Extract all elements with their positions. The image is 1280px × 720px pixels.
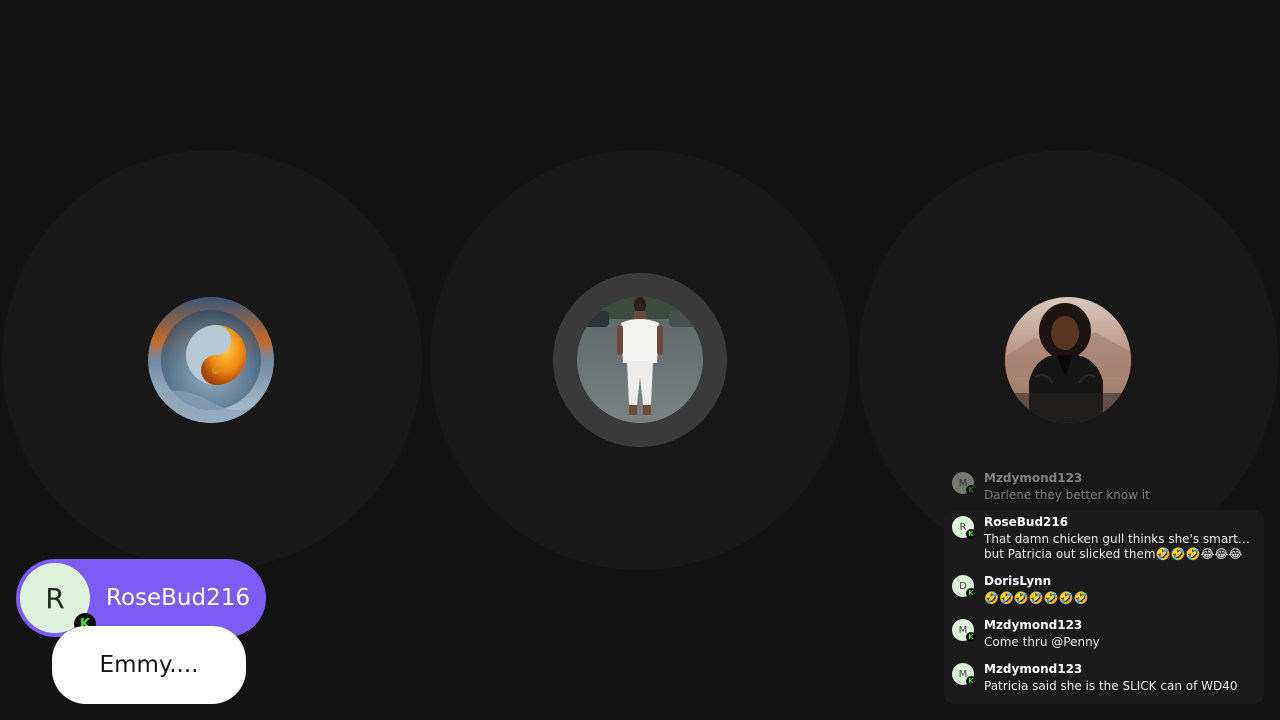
platform-badge-icon: K xyxy=(966,632,976,642)
chat-text: Come thru @Penny xyxy=(984,635,1100,649)
chat-text: Darlene they better know it xyxy=(984,488,1150,502)
platform-badge-icon: K xyxy=(966,529,976,539)
chat-text: That damn chicken gull thinks she's smar… xyxy=(984,532,1250,561)
platform-badge-icon: K xyxy=(966,485,976,495)
chat-avatar: M K xyxy=(952,619,976,642)
chat-avatar: D K xyxy=(952,575,976,598)
audio-room: R K RoseBud216 Emmy.... M K Mzdymond123 … xyxy=(0,0,1280,720)
chat-avatar: M K xyxy=(952,472,976,495)
chat-text: 🤣🤣🤣🤣🤣🤣🤣 xyxy=(984,591,1089,605)
chat-username: Mzdymond123 xyxy=(984,618,1083,632)
chat-username: Mzdymond123 xyxy=(984,471,1083,485)
chat-text: Patricia said she is the SLICK can of WD… xyxy=(984,679,1238,693)
chat-avatar: R K xyxy=(952,516,976,539)
woman-photo-avatar-image xyxy=(1005,297,1131,423)
speaker-avatar: R K xyxy=(20,563,96,635)
platform-badge-icon: K xyxy=(966,676,976,686)
yin-yang-avatar-image xyxy=(148,297,274,423)
platform-badge-icon: K xyxy=(966,588,976,598)
participant-avatar-1[interactable] xyxy=(148,297,274,423)
chat-username: DorisLynn xyxy=(984,574,1052,588)
participant-avatar-3[interactable] xyxy=(1005,297,1131,423)
chat-username: Mzdymond123 xyxy=(984,662,1083,676)
chat-feed[interactable]: M K Mzdymond123 Darlene they better know… xyxy=(944,464,1264,704)
person-photo-avatar-image xyxy=(577,297,703,423)
speaker-caption: Emmy.... xyxy=(52,626,246,704)
chat-username: RoseBud216 xyxy=(984,515,1069,529)
chat-avatar: M K xyxy=(952,663,976,686)
speaker-initial: R xyxy=(45,581,65,615)
participant-avatar-2[interactable] xyxy=(577,297,703,423)
